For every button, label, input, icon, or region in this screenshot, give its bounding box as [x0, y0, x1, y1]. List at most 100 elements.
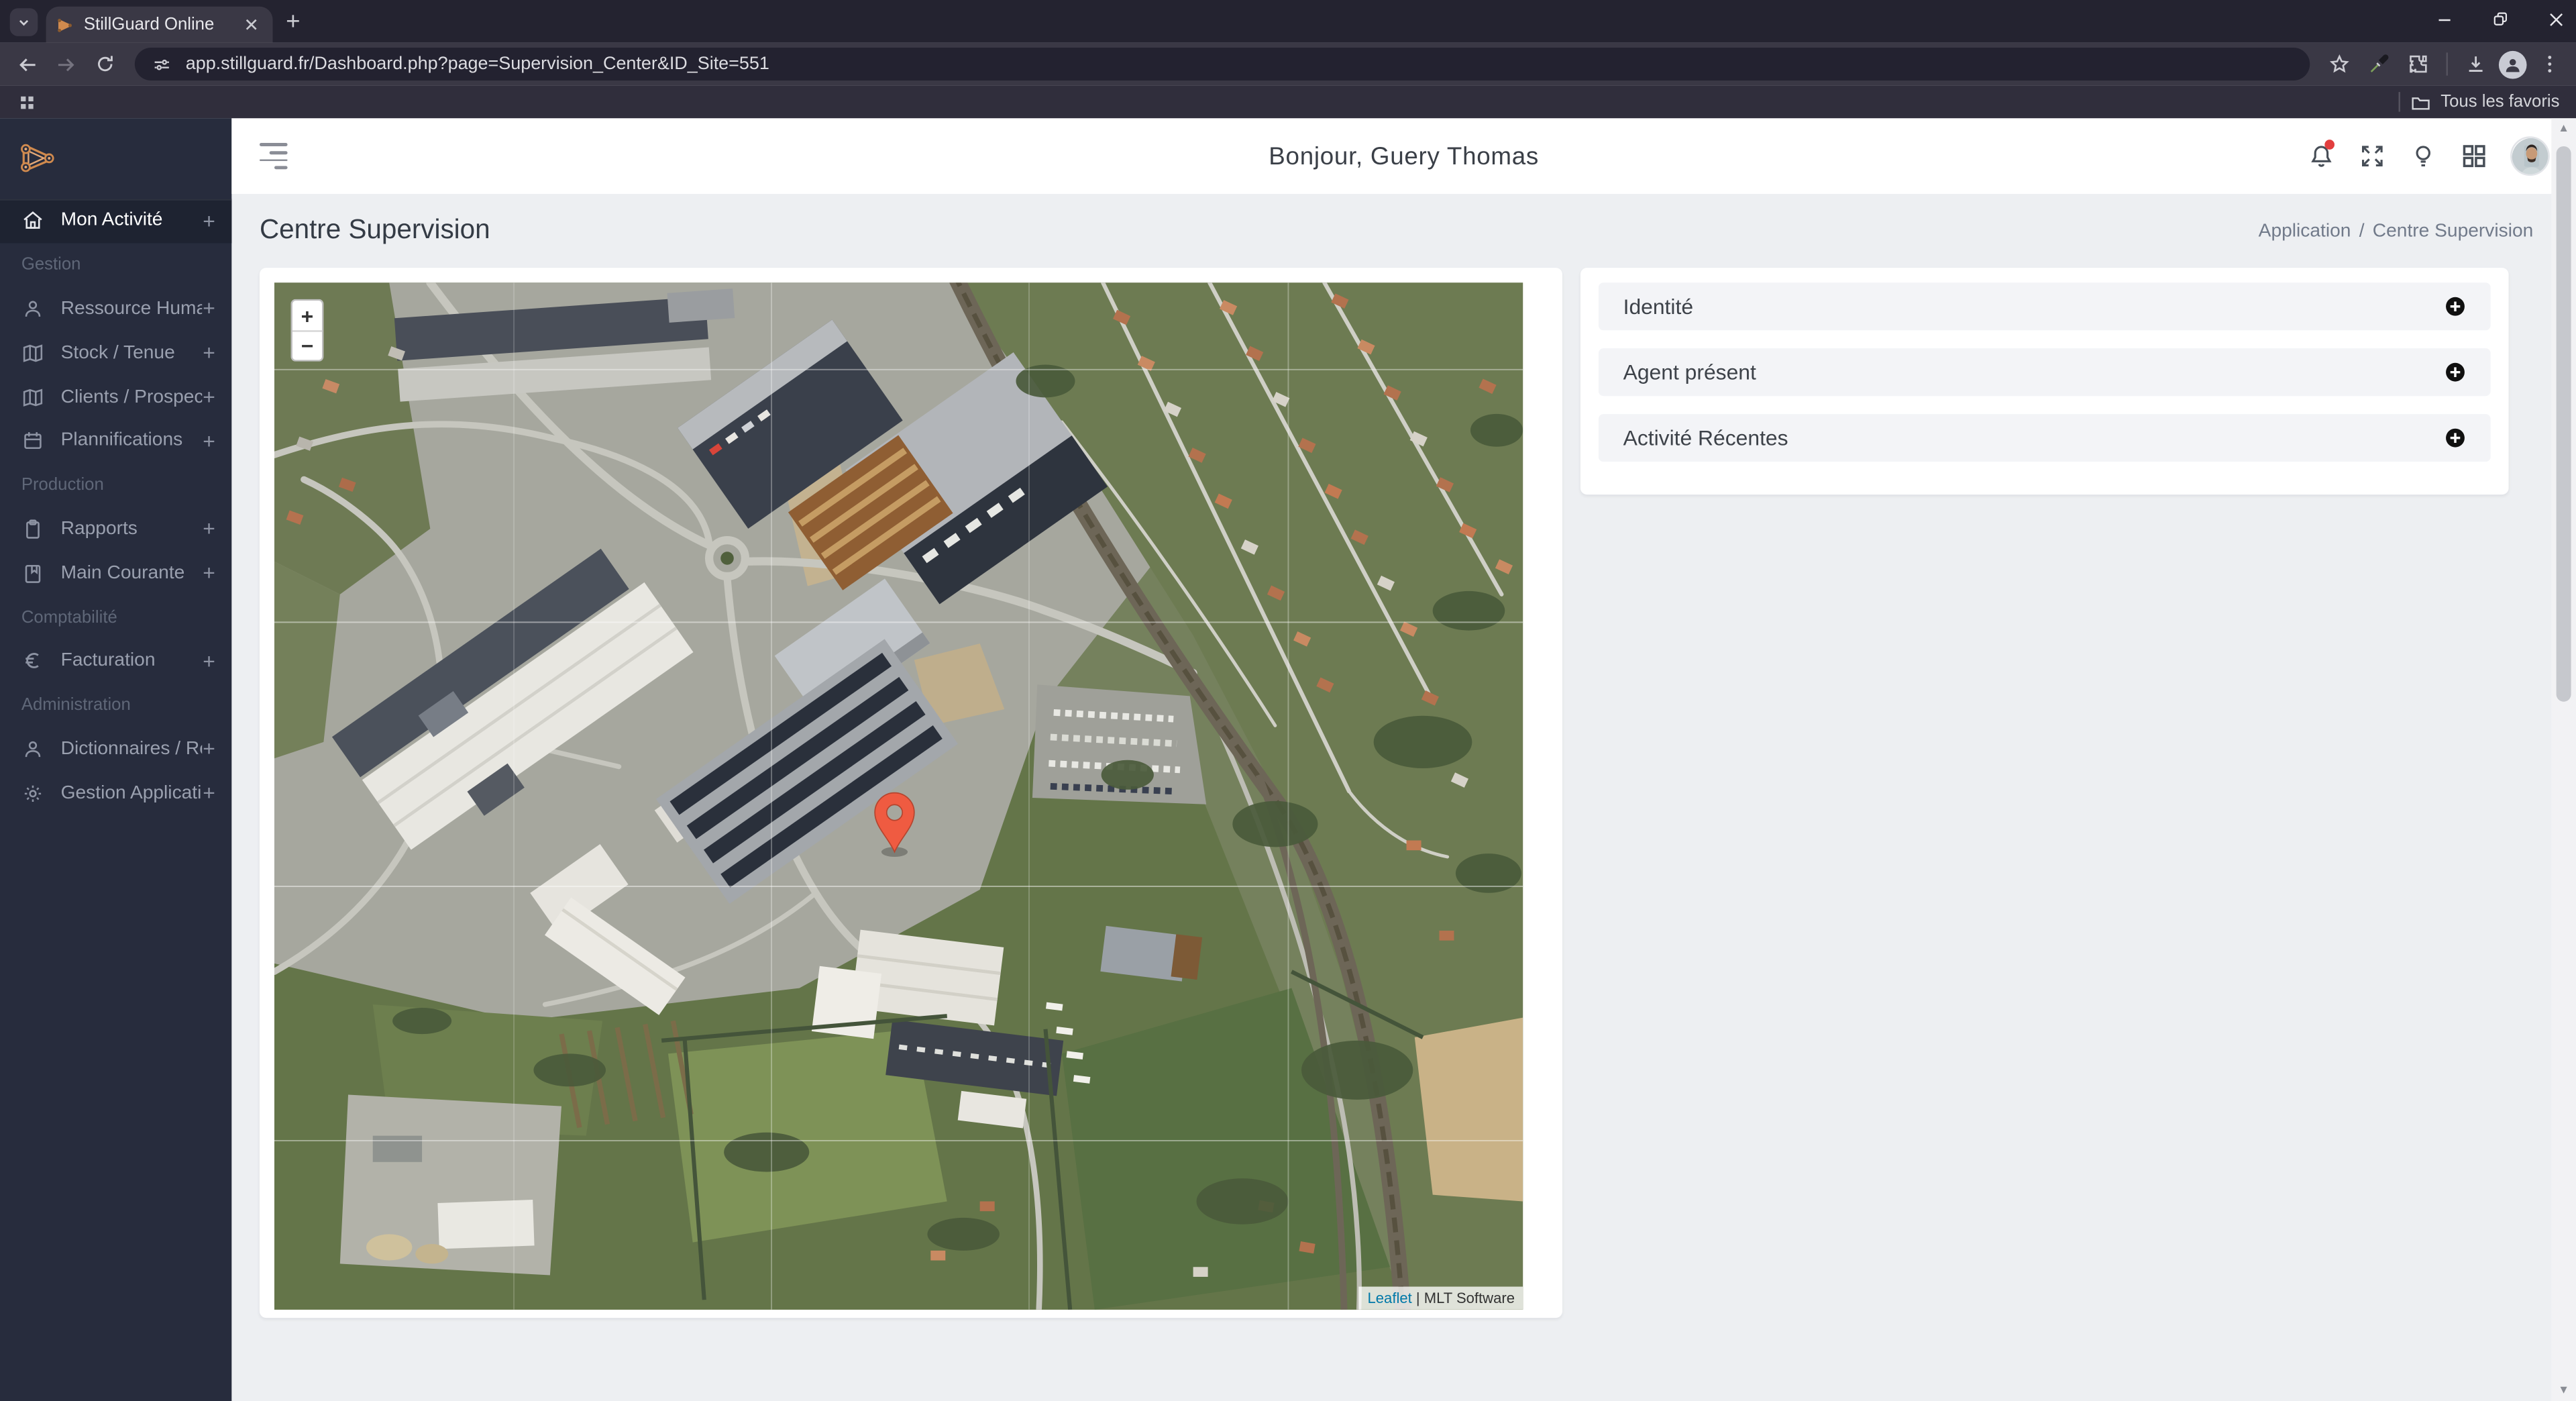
- new-tab-button[interactable]: +: [286, 8, 300, 36]
- accordion-identit-[interactable]: Identité: [1599, 282, 2491, 330]
- sidebar-item-label: Dictionnaires / Reglages: [61, 739, 203, 759]
- menu-toggle-button[interactable]: [260, 144, 288, 169]
- notification-dot: [2324, 140, 2334, 150]
- breadcrumb-current: Centre Supervision: [2373, 221, 2534, 240]
- fullscreen-icon[interactable]: [2357, 142, 2387, 171]
- scrollbar-down-arrow[interactable]: ▼: [2551, 1380, 2576, 1401]
- sidebar-item-mon-activite[interactable]: Mon Activité +: [0, 199, 231, 243]
- sidebar-nav: Mon Activité + Gestion Ressource Humaine…: [0, 195, 231, 815]
- leaflet-link[interactable]: Leaflet: [1368, 1290, 1412, 1306]
- browser-menu-button[interactable]: [2533, 48, 2566, 81]
- window-restore-button[interactable]: [2491, 10, 2510, 30]
- site-info-icon[interactable]: [151, 54, 172, 75]
- sidebar-item-main-courante[interactable]: Main Courante +: [0, 551, 231, 595]
- clipboard-icon: [21, 517, 44, 540]
- page-scrollbar[interactable]: ▲ ▼: [2551, 118, 2576, 1401]
- sidebar-item-stock-tenue[interactable]: Stock / Tenue +: [0, 331, 231, 375]
- sidebar-item-label: Facturation: [61, 652, 203, 671]
- expand-plus-icon[interactable]: +: [203, 297, 215, 321]
- sidebar-item-label: Gestion Application: [61, 784, 203, 803]
- apps-grid4-icon[interactable]: [2459, 142, 2489, 171]
- sidebar: Mon Activité + Gestion Ressource Humaine…: [0, 118, 231, 1401]
- expand-plus-icon[interactable]: +: [203, 341, 215, 366]
- sidebar-item-label: Main Courante: [61, 563, 203, 582]
- window-close-button[interactable]: [2546, 10, 2566, 30]
- plus-circle-icon[interactable]: [2445, 296, 2466, 317]
- accordion-activit-r-centes[interactable]: Activité Récentes: [1599, 414, 2491, 462]
- eyedropper-extension-icon[interactable]: [2363, 48, 2396, 81]
- window-minimize-button[interactable]: [2434, 10, 2454, 30]
- forward-button[interactable]: [49, 48, 82, 81]
- accordion-title: Identité: [1623, 294, 1693, 319]
- map-icon: [21, 385, 44, 408]
- attribution-text: MLT Software: [1424, 1290, 1515, 1306]
- sidebar-item-label: Rapports: [61, 519, 203, 539]
- sidebar-item-ressource-humaine[interactable]: Ressource Humaine +: [0, 287, 231, 331]
- sidebar-item-label: Plannifications: [61, 431, 203, 451]
- breadcrumb-application[interactable]: Application: [2259, 221, 2351, 240]
- browser-toolbar: app.stillguard.fr/Dashboard.php?page=Sup…: [0, 43, 2576, 86]
- browser-profile-button[interactable]: [2499, 50, 2527, 79]
- scrollbar-thumb[interactable]: [2557, 146, 2571, 702]
- sidebar-section-label: Production: [21, 475, 104, 495]
- browser-tab[interactable]: StillGuard Online ✕: [46, 7, 273, 43]
- accordion-agent-pr-sent[interactable]: Agent présent: [1599, 348, 2491, 396]
- expand-plus-icon[interactable]: +: [203, 781, 215, 806]
- map-attribution: Leaflet | MLT Software: [1359, 1287, 1523, 1310]
- scrollbar-up-arrow[interactable]: ▲: [2551, 118, 2576, 140]
- map-zoom-control: + −: [290, 299, 323, 362]
- expand-plus-icon[interactable]: +: [203, 517, 215, 541]
- expand-plus-icon[interactable]: +: [203, 737, 215, 762]
- user-icon: [21, 297, 44, 320]
- reload-button[interactable]: [89, 48, 121, 81]
- map-icon: [21, 342, 44, 364]
- sidebar-item-plannifications[interactable]: Plannifications +: [0, 419, 231, 463]
- sidebar-item-facturation[interactable]: Facturation +: [0, 639, 231, 684]
- expand-plus-icon[interactable]: +: [203, 209, 215, 234]
- euro-icon: [21, 650, 44, 672]
- greeting-text: Bonjour, Guery Thomas: [231, 142, 2576, 170]
- sidebar-item-dictionnaires-reglages[interactable]: Dictionnaires / Reglages +: [0, 727, 231, 772]
- user-icon: [21, 737, 44, 760]
- sidebar-item-gestion-application[interactable]: Gestion Application +: [0, 771, 231, 815]
- apps-grid-icon[interactable]: [16, 91, 38, 113]
- back-button[interactable]: [10, 48, 43, 81]
- tab-search-button[interactable]: [10, 8, 38, 36]
- sidebar-item-rapports[interactable]: Rapports +: [0, 507, 231, 552]
- expand-plus-icon[interactable]: +: [203, 561, 215, 586]
- url-bar[interactable]: app.stillguard.fr/Dashboard.php?page=Sup…: [135, 48, 2310, 81]
- book-icon: [21, 562, 44, 584]
- plus-circle-icon[interactable]: [2445, 427, 2466, 449]
- bookmark-star-icon[interactable]: [2323, 48, 2356, 81]
- user-avatar[interactable]: [2510, 136, 2550, 176]
- sidebar-section-label: Gestion: [21, 255, 81, 274]
- calendar-icon: [21, 429, 44, 452]
- downloads-button[interactable]: [2459, 48, 2492, 81]
- app-logo[interactable]: [0, 118, 231, 195]
- breadcrumb-separator: /: [2359, 221, 2365, 240]
- bookmarks-separator: [2398, 92, 2400, 111]
- sidebar-section-administration: Administration: [0, 683, 231, 727]
- screenshot-stage: StillGuard Online ✕ + app.stillguard.fr/…: [0, 0, 2576, 1401]
- stillguard-logo-icon: [16, 136, 59, 178]
- all-bookmarks-button[interactable]: Tous les favoris: [2398, 91, 2560, 113]
- expand-plus-icon[interactable]: +: [203, 649, 215, 674]
- favicon: [56, 15, 74, 34]
- extensions-puzzle-icon[interactable]: [2402, 48, 2434, 81]
- satellite-map[interactable]: + − Leaflet | MLT Software: [274, 282, 1523, 1310]
- sidebar-item-label: Mon Activité: [61, 211, 203, 230]
- lightbulb-icon[interactable]: [2408, 142, 2438, 171]
- url-text: app.stillguard.fr/Dashboard.php?page=Sup…: [186, 54, 769, 74]
- expand-plus-icon[interactable]: +: [203, 384, 215, 409]
- sidebar-item-clients-prospects[interactable]: Clients / Prospects +: [0, 375, 231, 419]
- zoom-in-button[interactable]: +: [292, 301, 322, 330]
- tab-close-icon[interactable]: ✕: [240, 13, 263, 36]
- expand-plus-icon[interactable]: +: [203, 429, 215, 454]
- plus-circle-icon[interactable]: [2445, 362, 2466, 383]
- window-controls: [2434, 0, 2566, 40]
- attribution-separator: |: [1416, 1290, 1420, 1306]
- zoom-out-button[interactable]: −: [292, 330, 322, 360]
- satellite-map-art: [274, 282, 1523, 1310]
- notifications-bell-icon[interactable]: [2306, 142, 2336, 171]
- page-content: Centre Supervision Application / Centre …: [231, 194, 2576, 1401]
